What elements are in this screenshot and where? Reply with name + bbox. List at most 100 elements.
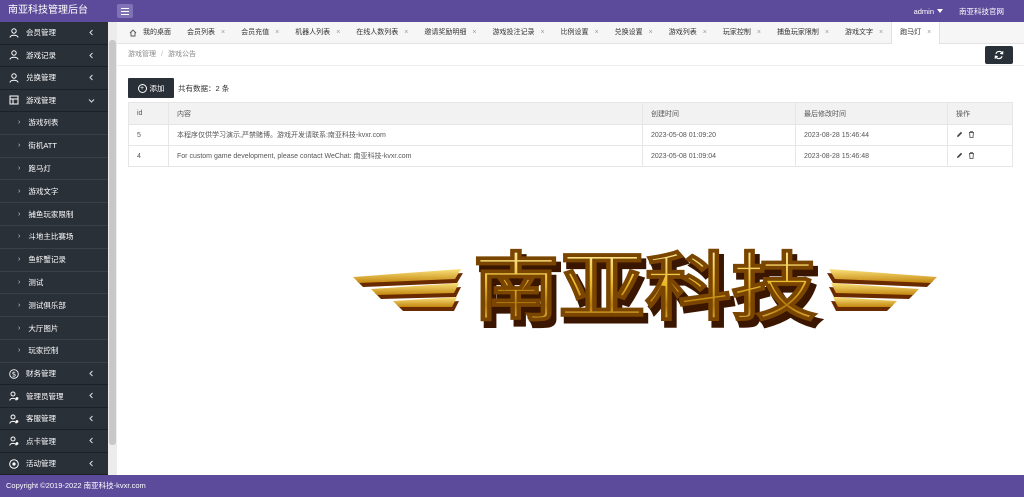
edit-icon[interactable] <box>956 131 963 138</box>
plus-circle-icon: + <box>137 83 147 93</box>
sidebar-group-label: 会员管理 <box>26 28 56 38</box>
close-icon[interactable]: × <box>336 22 340 44</box>
close-icon[interactable]: × <box>472 22 476 44</box>
cell-updated: 2023-08-28 15:46:48 <box>795 145 948 167</box>
sidebar-group-top-2[interactable]: 兑换管理 <box>0 67 108 90</box>
sidebar-subitem-2[interactable]: › 跑马灯 <box>0 157 108 181</box>
tab-label: 跑马灯 <box>900 29 922 36</box>
tab-0[interactable]: 我的桌面 <box>121 22 179 44</box>
sidebar-subitem-0[interactable]: › 游戏列表 <box>0 112 108 135</box>
tab-label: 玩家控制 <box>722 29 751 36</box>
chevron-right-icon: › <box>18 301 21 309</box>
tab-10[interactable]: 玩家控制 × <box>715 22 769 44</box>
sidebar-subitem-8[interactable]: › 测试俱乐部 <box>0 294 108 318</box>
close-icon[interactable]: × <box>927 22 931 44</box>
refresh-icon <box>994 50 1004 60</box>
close-icon[interactable]: × <box>879 22 883 44</box>
add-button[interactable]: + 添加 <box>128 78 174 98</box>
sidebar-subitem-label: 测试俱乐部 <box>28 300 66 310</box>
chevron-right-icon: › <box>18 119 21 127</box>
sidebar-group-bottom-0[interactable]: $ 财务管理 <box>0 363 108 386</box>
close-icon[interactable]: × <box>540 22 544 44</box>
user-icon <box>9 28 19 38</box>
tab-label: 机器人列表 <box>295 29 331 36</box>
delete-icon[interactable] <box>968 130 975 138</box>
sidebar-group-label: 管理员管理 <box>26 391 64 401</box>
tab-12[interactable]: 游戏文字 × <box>837 22 891 44</box>
tab-label: 捕鱼玩家限制 <box>776 29 819 36</box>
sidebar-subitem-label: 街机ATT <box>28 141 57 151</box>
cell-created: 2023-05-08 01:09:20 <box>642 124 796 146</box>
admin-icon <box>9 391 19 401</box>
home-icon <box>129 29 137 37</box>
breadcrumb-parent[interactable]: 游戏管理 <box>128 51 156 58</box>
tab-label: 会员充值 <box>241 29 270 36</box>
cell-content: 本程序仅供学习演示,严禁赌博。游戏开发请联系:南亚科技-kvxr.com <box>168 124 643 146</box>
tab-9[interactable]: 游戏列表 × <box>661 22 715 44</box>
sidebar-group-bottom-1[interactable]: 管理员管理 <box>0 385 108 408</box>
chevron-right-icon: › <box>18 210 21 218</box>
tab-label: 在线人数列表 <box>356 29 399 36</box>
caret-down-icon <box>937 8 943 13</box>
tab-4[interactable]: 在线人数列表 × <box>348 22 416 44</box>
tab-2[interactable]: 会员充值 × <box>233 22 287 44</box>
close-icon[interactable]: × <box>404 22 408 44</box>
sidebar-group-bottom-4[interactable]: 活动管理 <box>0 453 108 475</box>
edit-icon[interactable] <box>956 152 963 159</box>
close-icon[interactable]: × <box>757 22 761 44</box>
refresh-button[interactable] <box>985 46 1013 64</box>
sidebar-subitem-5[interactable]: › 斗地主比赛场 <box>0 225 108 249</box>
sidebar-subitem-label: 大厅图片 <box>28 323 59 333</box>
announcement-table: id 内容 创建时间 最后修改时间 操作 5 本程序仅供学习演示,严禁赌博。游戏开发请联系… <box>128 102 1013 167</box>
scrollbar-thumb[interactable] <box>109 40 116 445</box>
tab-11[interactable]: 捕鱼玩家限制 × <box>769 22 837 44</box>
chevron-right-icon: › <box>18 324 21 332</box>
tab-label: 兑换设置 <box>614 29 643 36</box>
sidebar-group-top-0[interactable]: 会员管理 <box>0 22 108 45</box>
copyright-text: Copyright ©2019-2022 南亚科技-kvxr.com <box>6 481 146 490</box>
tab-6[interactable]: 游戏投注记录 × <box>484 22 552 44</box>
tab-7[interactable]: 比例设置 × <box>553 22 607 44</box>
admin-icon <box>9 436 19 446</box>
sidebar-subitem-10[interactable]: › 玩家控制 <box>0 339 108 363</box>
left-wing <box>353 269 463 311</box>
game-icon <box>9 95 19 105</box>
sidebar-group-label: 财务管理 <box>26 369 56 379</box>
chevron-right-icon: › <box>18 347 21 355</box>
sidebar: 会员管理 游戏记录 兑换管理 游戏管理 › 游戏列表 › 街机ATT › 跑马灯 › 游戏文字 › 捕鱼… <box>0 22 108 475</box>
tab-5[interactable]: 邀请奖励明细 × <box>416 22 484 44</box>
sidebar-subitem-7[interactable]: › 测试 <box>0 271 108 295</box>
sidebar-group-label: 游戏管理 <box>26 95 56 105</box>
chevron-right-icon: › <box>18 164 21 172</box>
site-link[interactable]: 南亚科技官网 <box>959 6 1004 17</box>
cell-actions <box>947 145 1013 167</box>
sidebar-subitem-4[interactable]: › 捕鱼玩家限制 <box>0 203 108 226</box>
sidebar-subitem-9[interactable]: › 大厅图片 <box>0 317 108 340</box>
breadcrumb: 游戏管理 / 游戏公告 <box>117 44 1024 66</box>
tab-13[interactable]: 跑马灯 × <box>891 22 941 44</box>
sidebar-scrollbar[interactable] <box>108 22 117 475</box>
delete-icon[interactable] <box>968 151 975 159</box>
sidebar-subitem-3[interactable]: › 游戏文字 <box>0 180 108 204</box>
tab-3[interactable]: 机器人列表 × <box>287 22 348 44</box>
close-icon[interactable]: × <box>703 22 707 44</box>
user-menu[interactable]: admin <box>914 7 943 16</box>
close-icon[interactable]: × <box>595 22 599 44</box>
record-count: 共有数据：2 条 <box>178 83 230 93</box>
sidebar-group-bottom-3[interactable]: 点卡管理 <box>0 430 108 453</box>
sidebar-group-bottom-2[interactable]: 客服管理 <box>0 408 108 431</box>
tab-label: 比例设置 <box>560 29 589 36</box>
sidebar-subitem-1[interactable]: › 街机ATT <box>0 134 108 158</box>
tab-8[interactable]: 兑换设置 × <box>607 22 661 44</box>
close-icon[interactable]: × <box>649 22 653 44</box>
sidebar-group-top-1[interactable]: 游戏记录 <box>0 45 108 67</box>
close-icon[interactable]: × <box>825 22 829 44</box>
sidebar-group-top-3[interactable]: 游戏管理 <box>0 90 108 112</box>
chevron-right-icon: › <box>18 142 21 150</box>
sidebar-subitem-6[interactable]: › 鱼虾蟹记录 <box>0 248 108 272</box>
close-icon[interactable]: × <box>275 22 279 44</box>
tab-1[interactable]: 会员列表 × <box>179 22 233 44</box>
close-icon[interactable]: × <box>221 22 225 44</box>
chevron-left-icon <box>88 370 95 377</box>
menu-toggle-button[interactable] <box>117 4 133 18</box>
